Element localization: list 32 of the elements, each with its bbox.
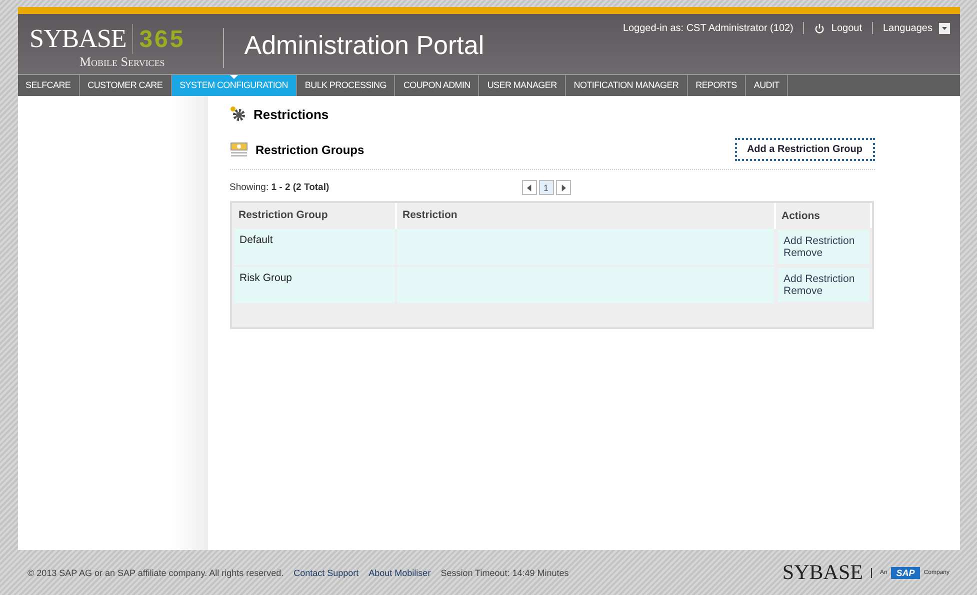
dropdown-icon[interactable] (938, 22, 950, 34)
page-title: Restrictions (254, 106, 329, 122)
languages-menu[interactable]: Languages (883, 22, 932, 34)
table-cell: Default (232, 228, 396, 266)
sap-logo: SAP (891, 566, 920, 578)
action-link[interactable]: Remove (784, 285, 862, 297)
brand-logo-text: SYBASE (30, 24, 134, 54)
add-restriction-group-button[interactable]: Add a Restriction Group (734, 138, 874, 161)
logged-in-user: Logged-in as: CST Administrator (102) (622, 22, 794, 34)
action-link[interactable]: Add Restriction (784, 235, 862, 247)
copyright-text: © 2013 SAP AG or an SAP affiliate company. All rights reserved. (28, 568, 284, 578)
table-cell: Risk Group (232, 266, 396, 304)
session-timeout: Session Timeout: 14:49 Minutes (440, 568, 569, 578)
logout-link[interactable]: Logout (831, 22, 862, 34)
gear-icon (230, 106, 246, 122)
money-icon (230, 142, 248, 158)
logo-number: 365 (138, 26, 186, 54)
left-arrow-icon (526, 184, 532, 192)
footer-link[interactable]: Contact Support (294, 568, 359, 578)
page-number-button[interactable]: 1 (538, 180, 554, 195)
logo-tagline: Mobile Services (80, 54, 166, 70)
portal-title: Administration Portal (244, 30, 484, 61)
footer-link[interactable]: About Mobiliser (368, 568, 431, 578)
next-page-button[interactable] (556, 180, 570, 195)
right-arrow-icon (560, 184, 566, 192)
action-link[interactable]: Add Restriction (784, 273, 862, 285)
previous-page-button[interactable] (522, 180, 536, 195)
power-icon[interactable] (814, 22, 826, 34)
action-link[interactable]: Remove (784, 247, 862, 259)
footer-brand-logo: SYBASE (782, 560, 863, 585)
section-title: Restriction Groups (256, 142, 366, 156)
showing-label: Showing: 1 - 2 (2 Total) (230, 182, 330, 193)
